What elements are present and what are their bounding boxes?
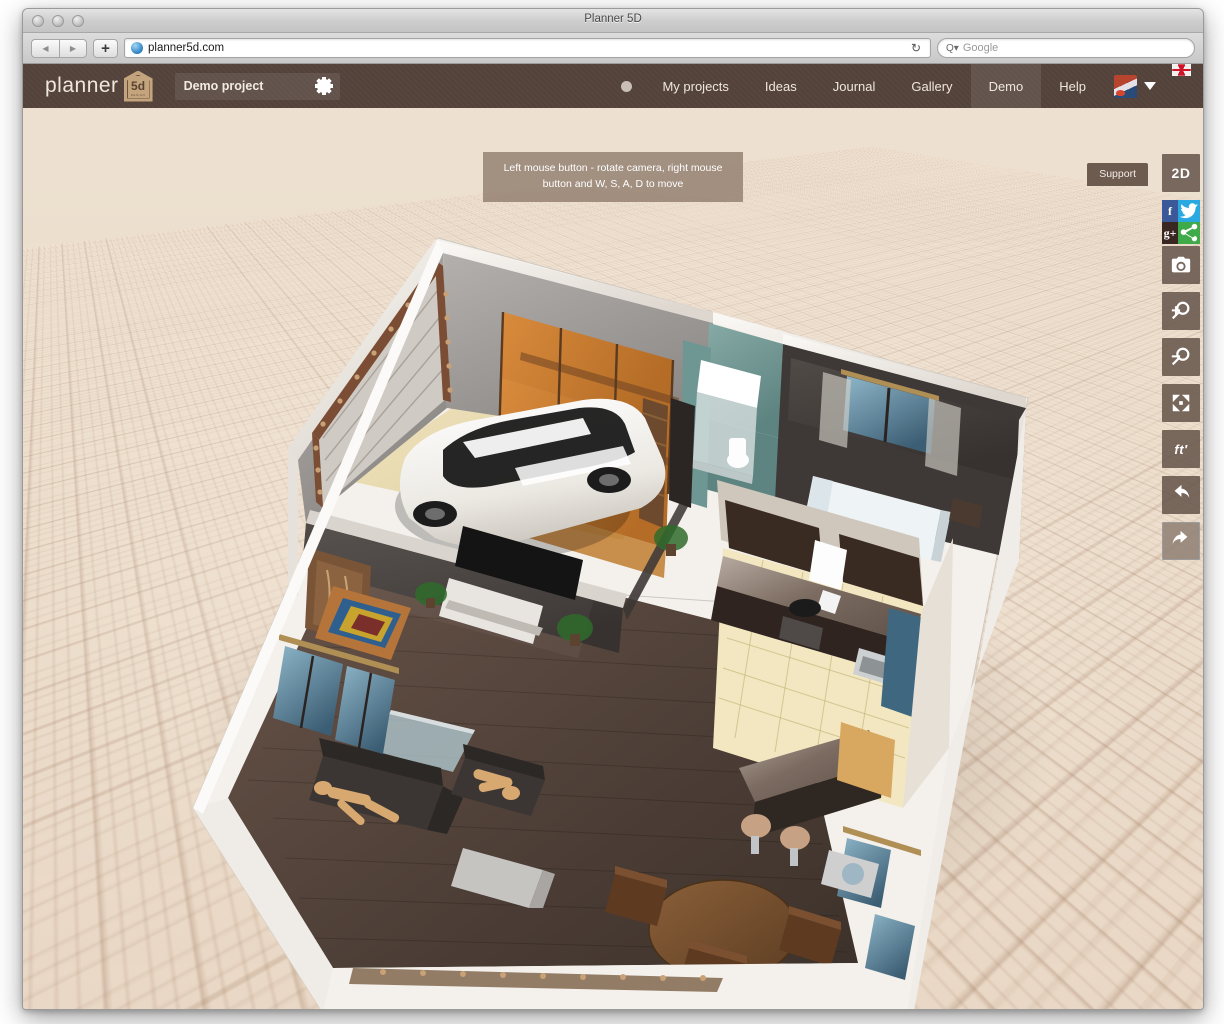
- globe-icon: [131, 42, 143, 54]
- app-header: planner 5d DESIGN Demo project My projec…: [23, 64, 1203, 108]
- facebook-share-icon[interactable]: f: [1162, 200, 1178, 222]
- redo-button[interactable]: [1162, 522, 1200, 560]
- house-render: [23, 108, 1203, 1009]
- expand-icon: [1170, 392, 1192, 414]
- screenshot-button[interactable]: [1162, 246, 1200, 284]
- house-model: [23, 108, 1203, 1009]
- nav-item-journal[interactable]: Journal: [815, 64, 894, 108]
- new-tab-button[interactable]: +: [93, 39, 118, 58]
- zoom-out-icon: [1170, 346, 1192, 368]
- navigation-buttons: ◀ ▶: [31, 39, 87, 58]
- googleplus-share-icon[interactable]: g+: [1162, 222, 1178, 244]
- address-bar[interactable]: planner5d.com ↻: [124, 38, 931, 58]
- zoom-in-button[interactable]: [1162, 292, 1200, 330]
- share-icon[interactable]: [1178, 222, 1200, 244]
- view-mode-2d-button[interactable]: 2D: [1162, 154, 1200, 192]
- camera-icon: [1170, 254, 1192, 276]
- user-menu[interactable]: [1104, 64, 1164, 108]
- camera-hint-tooltip: Left mouse button - rotate camera, right…: [483, 152, 743, 202]
- browser-window: Planner 5D ◀ ▶ + planner5d.com ↻ Q▾ Goog…: [22, 8, 1204, 1010]
- address-url-text: planner5d.com: [148, 42, 906, 54]
- units-button[interactable]: ft′: [1162, 430, 1200, 468]
- window-title: Planner 5D: [23, 13, 1203, 25]
- fullscreen-button[interactable]: [1162, 384, 1200, 422]
- main-navigation: My projects Ideas Journal Gallery Demo H…: [603, 64, 1203, 108]
- avatar[interactable]: [1114, 75, 1137, 98]
- zoom-out-button[interactable]: [1162, 338, 1200, 376]
- nav-item-gallery[interactable]: Gallery: [893, 64, 970, 108]
- notifications-icon[interactable]: [603, 64, 644, 108]
- back-button[interactable]: ◀: [31, 39, 59, 58]
- nav-item-help[interactable]: Help: [1041, 64, 1104, 108]
- undo-icon: [1170, 484, 1192, 506]
- reload-icon[interactable]: ↻: [911, 41, 921, 55]
- zoom-in-icon: [1170, 300, 1192, 322]
- project-name-field[interactable]: Demo project: [175, 73, 340, 100]
- logo-badge-subtext: DESIGN: [131, 93, 145, 97]
- page-content: planner 5d DESIGN Demo project My projec…: [23, 64, 1203, 1009]
- browser-toolbar: ◀ ▶ + planner5d.com ↻ Q▾ Google: [23, 33, 1203, 64]
- chevron-down-icon[interactable]: [1144, 82, 1156, 90]
- logo-badge-text: 5d: [131, 80, 145, 92]
- twitter-share-icon[interactable]: [1178, 200, 1200, 222]
- logo-wordmark: planner: [45, 74, 119, 98]
- redo-icon: [1170, 530, 1192, 552]
- gear-icon[interactable]: [317, 79, 331, 93]
- nav-item-ideas[interactable]: Ideas: [747, 64, 815, 108]
- nav-item-demo[interactable]: Demo: [971, 64, 1042, 108]
- forward-button[interactable]: ▶: [59, 39, 87, 58]
- planner5d-logo[interactable]: planner 5d DESIGN: [45, 71, 153, 102]
- search-icon: Q▾: [946, 43, 959, 54]
- support-tab[interactable]: Support: [1087, 163, 1148, 186]
- nav-item-my-projects[interactable]: My projects: [644, 64, 746, 108]
- viewport-toolbar: 2D f g+: [1159, 154, 1203, 560]
- uk-flag-icon[interactable]: [1172, 64, 1191, 76]
- undo-button[interactable]: [1162, 476, 1200, 514]
- project-name-text: Demo project: [184, 79, 317, 93]
- logo-house-badge: 5d DESIGN: [124, 71, 153, 102]
- search-placeholder: Google: [963, 42, 998, 54]
- social-share-buttons[interactable]: f g+: [1162, 200, 1200, 238]
- browser-title-bar: Planner 5D: [23, 9, 1203, 33]
- 3d-viewport[interactable]: Left mouse button - rotate camera, right…: [23, 108, 1203, 1009]
- browser-search-field[interactable]: Q▾ Google: [937, 38, 1195, 58]
